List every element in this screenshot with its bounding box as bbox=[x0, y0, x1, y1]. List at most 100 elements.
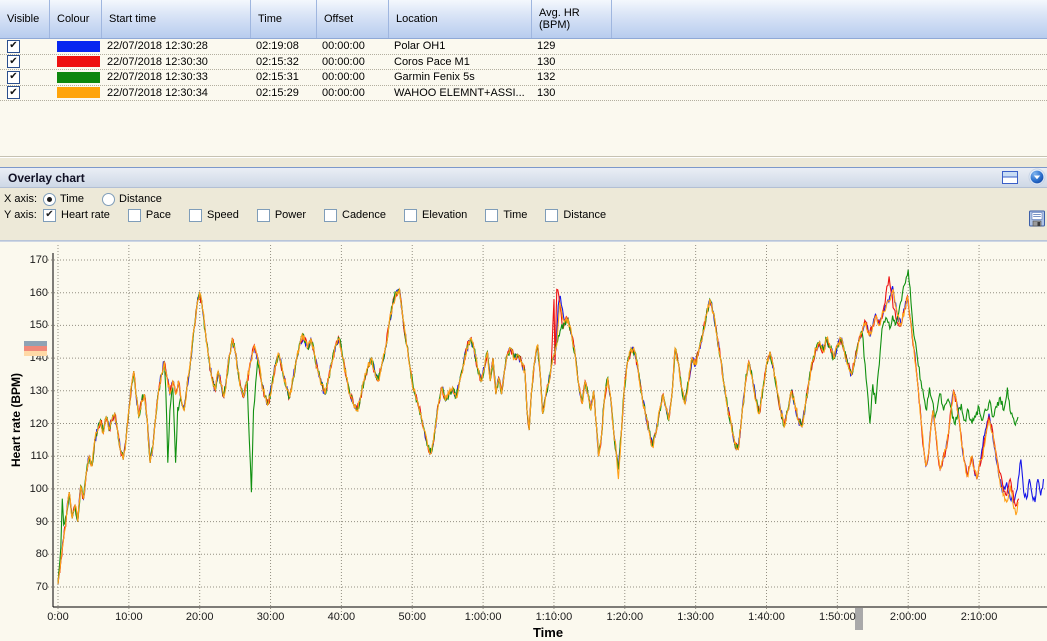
x-tick-label: 1:00:00 bbox=[464, 611, 502, 623]
column-header-start_time[interactable]: Start time bbox=[102, 0, 251, 38]
cell-location: Coros Pace M1 bbox=[394, 55, 470, 68]
window-layout-icon[interactable] bbox=[1002, 171, 1019, 188]
y-axis-pace-checkbox[interactable] bbox=[127, 208, 141, 222]
y-axis-option-label: Distance bbox=[563, 209, 607, 221]
axis-scrollbar-thumb[interactable] bbox=[855, 608, 863, 630]
row-visible-checkbox[interactable]: ✔ bbox=[7, 55, 20, 69]
y-axis-option-label: Pace bbox=[145, 209, 171, 221]
y-tick-label: 70 bbox=[35, 581, 48, 593]
table-row[interactable]: ✔ 22/07/2018 12:30:34 02:15:29 00:00:00 WAHO… bbox=[0, 86, 1047, 101]
x-tick-label: 1:30:00 bbox=[677, 611, 714, 623]
y-axis-option-label: Elevation bbox=[422, 209, 468, 221]
x-tick-label: 1:10:00 bbox=[535, 611, 573, 623]
x-tick-label: 40:00 bbox=[327, 611, 356, 623]
y-tick-label: 150 bbox=[29, 319, 48, 332]
y-axis-time-checkbox[interactable] bbox=[485, 208, 499, 222]
column-header-colour[interactable]: Colour bbox=[50, 0, 102, 38]
y-tick-label: 110 bbox=[30, 450, 48, 463]
x-tick-label: 2:00:00 bbox=[889, 611, 927, 623]
x-tick-label: 10:00 bbox=[115, 611, 143, 623]
table-row[interactable]: ✔ 22/07/2018 12:30:28 02:19:08 00:00:00 Pola… bbox=[0, 39, 1047, 55]
x-axis-option-label: Distance bbox=[119, 193, 162, 205]
x-tick-label: 2:10:00 bbox=[960, 611, 998, 623]
x-tick-label: 1:50:00 bbox=[818, 611, 856, 623]
y-axis-option-label: Heart rate bbox=[61, 209, 110, 221]
x-axis-label: X axis: bbox=[4, 193, 38, 205]
x-tick-label: 1:20:00 bbox=[606, 611, 644, 623]
y-axis-power-checkbox[interactable] bbox=[256, 208, 270, 222]
y-axis-elevation-checkbox[interactable] bbox=[404, 208, 418, 222]
y-axis-speed-checkbox[interactable] bbox=[189, 208, 202, 222]
y-tick-label: 100 bbox=[29, 482, 48, 495]
cell-time: 02:15:32 bbox=[256, 55, 299, 68]
table-row[interactable]: ✔ 22/07/2018 12:30:30 02:15:32 00:00:00 Coro… bbox=[0, 55, 1047, 70]
save-chart-button[interactable] bbox=[1029, 210, 1045, 230]
cell-avg_hr: 130 bbox=[537, 55, 556, 68]
radio-dot bbox=[47, 196, 52, 202]
cell-start_time: 22/07/2018 12:30:34 bbox=[107, 86, 208, 99]
y-axis-option-label: Time bbox=[503, 209, 528, 221]
x-axis-controls: X axis: Time Distance bbox=[4, 192, 176, 206]
table-header-row: Visible Colour Start time Time Offset Locatio… bbox=[0, 0, 1047, 39]
cell-start_time: 22/07/2018 12:30:33 bbox=[107, 71, 208, 84]
series-line-garmin-fenix-5s bbox=[57, 269, 1019, 584]
x-tick-label: 0:00 bbox=[47, 611, 69, 623]
cell-time: 02:19:08 bbox=[256, 40, 299, 53]
column-header-filler bbox=[612, 0, 1047, 38]
collapse-panel-button[interactable] bbox=[1028, 168, 1046, 189]
column-header-offset[interactable]: Offset bbox=[317, 0, 389, 38]
series-line-wahoo-elemnt bbox=[57, 287, 1019, 584]
x-axis-time-radio[interactable] bbox=[43, 192, 56, 206]
y-tick-label: 130 bbox=[29, 384, 48, 397]
cell-avg_hr: 129 bbox=[537, 40, 556, 53]
y-axis-distance-checkbox[interactable] bbox=[545, 208, 559, 222]
colour-swatch[interactable] bbox=[57, 71, 100, 83]
column-header-visible[interactable]: Visible bbox=[0, 0, 50, 38]
y-tick-label: 90 bbox=[35, 515, 48, 528]
column-header-avg_hr[interactable]: Avg. HR (BPM) bbox=[532, 0, 612, 38]
axis-marker-bar bbox=[24, 351, 47, 357]
x-axis-option-label: Time bbox=[60, 193, 85, 205]
section-divider bbox=[0, 156, 1047, 158]
y-tick-label: 120 bbox=[29, 417, 48, 430]
y-axis-controls: Y axis: ✔ Heart rate Pace Speed Power Cadence… bbox=[4, 208, 620, 222]
y-tick-label: 170 bbox=[29, 254, 48, 266]
cell-time: 02:15:29 bbox=[256, 86, 299, 99]
x-tick-label: 20:00 bbox=[185, 611, 214, 623]
row-visible-checkbox[interactable]: ✔ bbox=[7, 70, 20, 84]
cell-offset: 00:00:00 bbox=[322, 71, 365, 84]
cell-start_time: 22/07/2018 12:30:30 bbox=[107, 55, 208, 68]
y-axis-heart-rate-checkbox[interactable]: ✔ bbox=[43, 208, 56, 222]
colour-swatch[interactable] bbox=[57, 56, 100, 68]
y-axis-label: Y axis: bbox=[4, 209, 37, 221]
cell-location: Polar OH1 bbox=[394, 40, 446, 53]
y-axis-option-label: Cadence bbox=[342, 209, 387, 221]
x-axis-title: Time bbox=[532, 625, 564, 640]
column-header-location[interactable]: Location bbox=[389, 0, 532, 38]
overlay-chart-header: Overlay chart bbox=[0, 167, 1047, 188]
colour-swatch[interactable] bbox=[57, 87, 100, 99]
x-tick-label: 50:00 bbox=[398, 611, 427, 623]
cell-time: 02:15:31 bbox=[256, 71, 299, 84]
overlay-chart-title: Overlay chart bbox=[8, 170, 85, 185]
row-visible-checkbox[interactable]: ✔ bbox=[7, 86, 20, 100]
y-axis-option-label: Speed bbox=[207, 209, 239, 221]
cell-location: Garmin Fenix 5s bbox=[394, 71, 475, 84]
x-tick-label: 30:00 bbox=[256, 611, 285, 623]
x-tick-label: 1:40:00 bbox=[748, 611, 785, 623]
y-tick-label: 80 bbox=[35, 548, 48, 561]
table-row[interactable]: ✔ 22/07/2018 12:30:33 02:15:31 00:00:00 Garm… bbox=[0, 70, 1047, 86]
cell-offset: 00:00:00 bbox=[322, 86, 365, 99]
cell-avg_hr: 132 bbox=[537, 71, 556, 84]
cell-location: WAHOO ELEMNT+ASSI... bbox=[394, 86, 525, 99]
y-tick-label: 160 bbox=[29, 286, 48, 299]
colour-swatch[interactable] bbox=[57, 40, 100, 52]
column-header-time[interactable]: Time bbox=[251, 0, 317, 38]
x-axis-distance-radio[interactable] bbox=[102, 192, 116, 206]
row-visible-checkbox[interactable]: ✔ bbox=[7, 39, 20, 53]
series-line-coros-pace-m1 bbox=[57, 276, 1020, 584]
y-axis-cadence-checkbox[interactable] bbox=[324, 208, 337, 222]
overlay-chart-plot[interactable] bbox=[0, 242, 1047, 641]
cell-offset: 00:00:00 bbox=[322, 55, 365, 68]
overlay-chart-area[interactable]: Heart rate (BPM) Time 70 80 90 100 110 120 130… bbox=[0, 242, 1047, 641]
